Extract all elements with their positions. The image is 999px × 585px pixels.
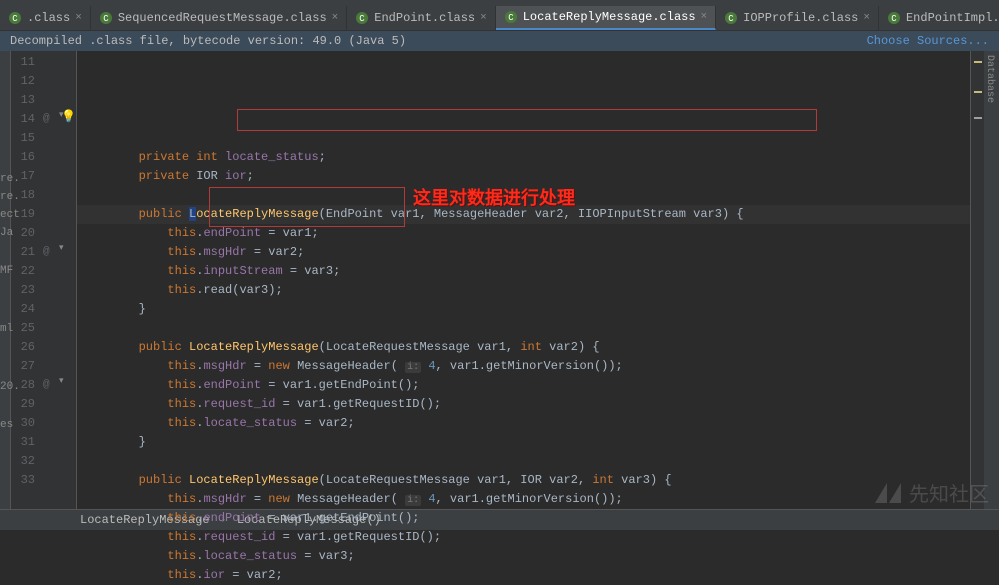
class-file-icon: C	[724, 11, 738, 25]
class-file-icon: C	[887, 11, 901, 25]
svg-text:C: C	[508, 13, 514, 23]
right-tool-rail[interactable]: Database	[984, 51, 999, 509]
tab-label: .class	[27, 11, 70, 25]
code-line[interactable]: }	[77, 433, 970, 452]
choose-sources-link[interactable]: Choose Sources...	[867, 34, 989, 48]
tab-label: LocateReplyMessage.class	[523, 10, 696, 24]
editor-tabs: C.class×CSequencedRequestMessage.class×C…	[0, 6, 999, 31]
code-line[interactable]: public LocateReplyMessage(LocateRequestM…	[77, 338, 970, 357]
editor-tab[interactable]: C EndPoint.class ×	[347, 6, 495, 30]
close-icon[interactable]: ×	[701, 11, 708, 23]
code-line[interactable]: }	[77, 300, 970, 319]
code-line[interactable]: public LocateReplyMessage(LocateRequestM…	[77, 471, 970, 490]
code-line[interactable]: this.msgHdr = new MessageHeader( i: 4, v…	[77, 490, 970, 509]
annotation-box-1	[237, 109, 817, 131]
project-view-peeking: re. re. ect Ja MF ml 20. es	[0, 170, 20, 434]
watermark: 先知社区	[873, 478, 989, 508]
code-line[interactable]: this.read(var3);	[77, 281, 970, 300]
intention-bulb-icon[interactable]: 💡	[61, 109, 76, 124]
code-line[interactable]: this.ior = var2;	[77, 566, 970, 585]
line-number[interactable]: 16	[11, 148, 39, 167]
code-editor[interactable]: 这里对数据进行处理 private int locate_status; pri…	[77, 51, 970, 509]
editor-area: 1112131415161718192021222324252627282930…	[0, 51, 999, 509]
code-line[interactable]: this.locate_status = var3;	[77, 547, 970, 566]
svg-text:C: C	[103, 14, 109, 24]
close-icon[interactable]: ×	[75, 12, 82, 24]
error-stripe[interactable]	[970, 51, 984, 509]
banner-text: Decompiled .class file, bytecode version…	[10, 34, 406, 48]
svg-text:C: C	[360, 14, 366, 24]
tab-label: EndPointImpl.class	[906, 11, 999, 25]
svg-text:C: C	[12, 14, 18, 24]
code-line[interactable]: this.msgHdr = new MessageHeader( i: 4, v…	[77, 357, 970, 376]
close-icon[interactable]: ×	[480, 12, 487, 24]
code-line[interactable]: this.endPoint = var1.getEndPoint();	[77, 509, 970, 528]
tab-label: IOPProfile.class	[743, 11, 858, 25]
override-gutter-icon[interactable]: @	[43, 110, 50, 129]
editor-tab[interactable]: CEndPointImpl.class×	[879, 6, 999, 30]
line-number[interactable]: 31	[11, 433, 39, 452]
svg-text:C: C	[728, 14, 734, 24]
code-line[interactable]	[77, 452, 970, 471]
code-line[interactable]	[77, 319, 970, 338]
class-file-icon: C	[355, 11, 369, 25]
override-gutter-icon[interactable]: @	[43, 243, 50, 262]
code-line[interactable]: this.msgHdr = var2;	[77, 243, 970, 262]
svg-text:C: C	[891, 14, 897, 24]
class-file-icon: C	[504, 10, 518, 24]
code-line[interactable]: this.inputStream = var3;	[77, 262, 970, 281]
gutter-icon-column[interactable]: @▾💡@▾@▾	[39, 51, 77, 509]
decompile-banner: Decompiled .class file, bytecode version…	[0, 31, 999, 51]
code-line[interactable]: this.request_id = var1.getRequestID();	[77, 528, 970, 547]
close-icon[interactable]: ×	[332, 12, 339, 24]
close-icon[interactable]: ×	[863, 12, 870, 24]
override-gutter-icon[interactable]: @	[43, 376, 50, 395]
tab-label: SequencedRequestMessage.class	[118, 11, 327, 25]
line-number[interactable]: 13	[11, 91, 39, 110]
line-number[interactable]: 32	[11, 452, 39, 471]
fold-toggle-icon[interactable]: ▾	[59, 243, 64, 253]
code-line[interactable]: this.locate_status = var2;	[77, 414, 970, 433]
line-number[interactable]: 14	[11, 110, 39, 129]
code-line[interactable]	[77, 186, 970, 205]
line-number[interactable]: 33	[11, 471, 39, 490]
editor-tab[interactable]: C SequencedRequestMessage.class ×	[91, 6, 347, 30]
line-number[interactable]: 12	[11, 72, 39, 91]
tab-label: EndPoint.class	[374, 11, 475, 25]
code-line[interactable]: this.request_id = var1.getRequestID();	[77, 395, 970, 414]
editor-tab[interactable]: C LocateReplyMessage.class ×	[496, 6, 716, 30]
code-line[interactable]: public LocateReplyMessage(EndPoint var1,…	[77, 205, 970, 224]
code-line[interactable]: this.endPoint = var1;	[77, 224, 970, 243]
class-file-icon: C	[8, 11, 22, 25]
tool-window-database-label[interactable]: Database	[984, 51, 995, 103]
line-number[interactable]: 15	[11, 129, 39, 148]
code-line[interactable]: private IOR ior;	[77, 167, 970, 186]
line-number[interactable]: 11	[11, 53, 39, 72]
code-line[interactable]: this.endPoint = var1.getEndPoint();	[77, 376, 970, 395]
fold-toggle-icon[interactable]: ▾	[59, 376, 64, 386]
class-file-icon: C	[99, 11, 113, 25]
editor-tab[interactable]: C IOPProfile.class ×	[716, 6, 879, 30]
editor-tab[interactable]: C .class ×	[0, 6, 91, 30]
code-line[interactable]: private int locate_status;	[77, 148, 970, 167]
